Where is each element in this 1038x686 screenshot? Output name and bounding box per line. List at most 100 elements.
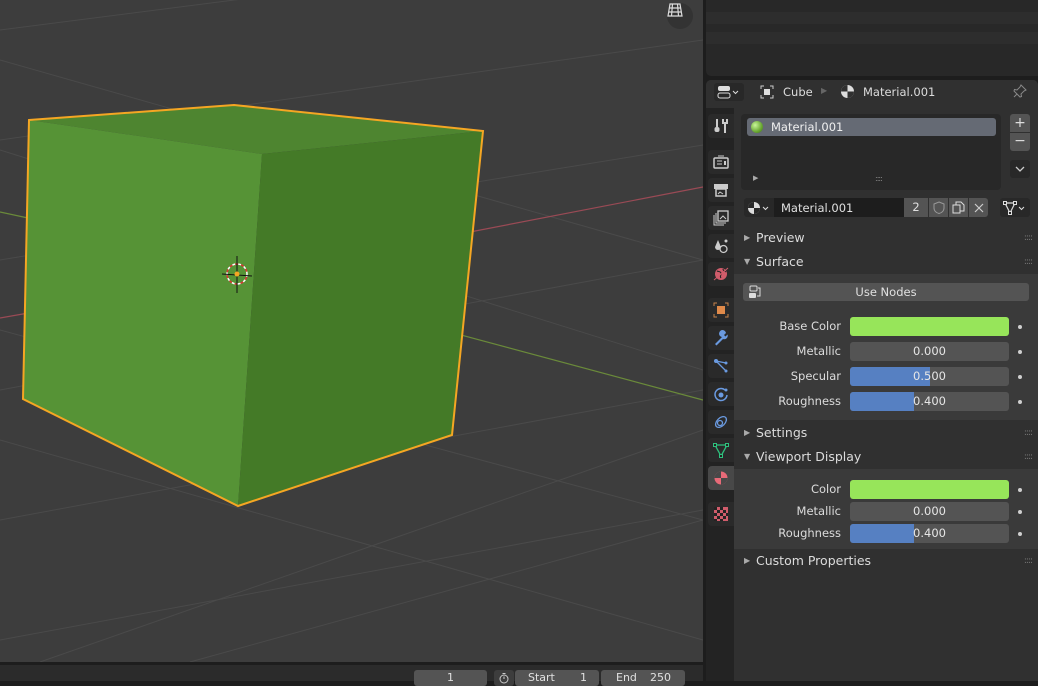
start-label: Start <box>528 671 555 684</box>
keyframe-dot-icon[interactable] <box>1018 325 1022 329</box>
slider-value: 0.000 <box>913 504 946 518</box>
property-label: Base Color <box>779 319 841 333</box>
panel-settings[interactable]: ▶ Settings :::: <box>734 421 1038 445</box>
keyframe-dot-icon[interactable] <box>1018 488 1022 492</box>
tab-particles[interactable] <box>708 354 734 378</box>
properties-editor-icon <box>717 86 739 99</box>
tab-data[interactable] <box>708 438 734 462</box>
value-slider[interactable]: 0.400 <box>850 524 1009 543</box>
current-frame-field[interactable]: 1 <box>414 670 487 686</box>
panel-surface-label: Surface <box>756 254 804 269</box>
constraints-icon <box>714 415 728 429</box>
breadcrumb-material[interactable]: Material.001 <box>863 85 935 99</box>
panel-custom-properties[interactable]: ▶ Custom Properties :::: <box>734 549 1038 573</box>
tab-constraints[interactable] <box>708 410 734 434</box>
value-slider[interactable]: 0.500 <box>850 367 1009 386</box>
material-slot-label: Material.001 <box>771 120 844 134</box>
tab-render[interactable] <box>708 150 734 174</box>
tab-object[interactable] <box>708 298 734 322</box>
unlink-material-button[interactable] <box>969 198 988 217</box>
physics-icon <box>714 387 728 402</box>
value-slider[interactable]: 0.400 <box>850 392 1009 411</box>
keyframe-dot-icon[interactable] <box>1018 510 1022 514</box>
tab-scene[interactable] <box>708 234 734 258</box>
object-icon <box>713 302 729 318</box>
outliner-row <box>706 12 1038 24</box>
value-slider[interactable]: 0.000 <box>850 342 1009 361</box>
cube-front-face <box>23 120 262 506</box>
pin-icon[interactable] <box>1013 84 1027 98</box>
drag-grip-icon[interactable]: :::: <box>1024 421 1033 445</box>
drag-grip-icon[interactable]: :::: <box>1024 250 1033 274</box>
user-count-button[interactable]: 2 <box>904 198 928 217</box>
panel-viewport-display[interactable]: ▼ Viewport Display :::: <box>734 445 1038 469</box>
mesh-data-icon <box>1003 200 1025 215</box>
chevron-down-icon <box>1015 166 1025 172</box>
properties-tabs <box>706 108 734 681</box>
properties-editor: Cube ▶ Material.001 Material.001 ▶ :::: <box>706 80 1038 681</box>
texture-icon <box>714 507 728 521</box>
add-slot-button[interactable]: + <box>1010 114 1030 132</box>
output-icon <box>714 184 728 197</box>
3d-viewport[interactable] <box>0 0 703 662</box>
use-nodes-button[interactable]: Use Nodes <box>743 283 1029 301</box>
fake-user-button[interactable] <box>929 198 948 217</box>
tab-view-layer[interactable] <box>708 206 734 230</box>
user-count-value: 2 <box>912 200 920 214</box>
property-label: Metallic <box>796 344 841 358</box>
drag-grip-icon[interactable]: :::: <box>1024 226 1033 250</box>
tab-texture[interactable] <box>708 502 734 526</box>
color-swatch[interactable] <box>850 480 1009 499</box>
tab-material[interactable] <box>708 466 734 490</box>
duplicate-material-button[interactable] <box>949 198 968 217</box>
value-slider[interactable]: 0.000 <box>850 502 1009 521</box>
tab-world[interactable] <box>708 262 734 286</box>
outliner-area[interactable] <box>706 0 1038 76</box>
viewport-scene[interactable] <box>0 0 703 662</box>
tab-physics[interactable] <box>708 382 734 406</box>
properties-header: Cube ▶ Material.001 <box>706 80 1038 104</box>
browse-material-button[interactable] <box>744 198 774 217</box>
panel-custom-properties-label: Custom Properties <box>756 553 872 568</box>
tab-output[interactable] <box>708 178 734 202</box>
slider-value: 0.500 <box>913 369 946 383</box>
keyframe-dot-icon[interactable] <box>1018 400 1022 404</box>
keyframe-dot-icon[interactable] <box>1018 532 1022 536</box>
shield-icon <box>933 201 944 214</box>
cube-object[interactable] <box>21 103 485 508</box>
panel-preview[interactable]: ▶ Preview :::: <box>734 226 1038 250</box>
material-slot-item[interactable]: Material.001 <box>747 118 996 136</box>
resize-grip-icon[interactable]: :::: <box>875 174 883 183</box>
tab-tool[interactable] <box>708 114 734 138</box>
stopwatch-icon[interactable] <box>494 670 514 686</box>
start-frame-field[interactable]: Start 1 <box>515 670 599 686</box>
expand-triangle-icon[interactable]: ▶ <box>753 174 758 182</box>
drag-grip-icon[interactable]: :::: <box>1024 549 1033 573</box>
remove-slot-button[interactable]: − <box>1010 133 1030 151</box>
duplicate-icon <box>952 201 965 214</box>
tab-modifiers[interactable] <box>708 326 734 350</box>
current-frame-value: 1 <box>447 671 454 684</box>
color-swatch[interactable] <box>850 317 1009 336</box>
link-mode-button[interactable] <box>1000 198 1030 217</box>
material-name-field[interactable]: Material.001 <box>774 198 904 217</box>
keyframe-dot-icon[interactable] <box>1018 350 1022 354</box>
end-label: End <box>616 671 637 684</box>
object-icon <box>760 85 774 99</box>
wrench-icon <box>715 330 728 346</box>
panel-surface[interactable]: ▼ Surface :::: <box>734 250 1038 274</box>
end-frame-field[interactable]: End 250 <box>601 670 685 686</box>
breadcrumb-object[interactable]: Cube <box>783 85 813 99</box>
tool-icon <box>714 119 728 133</box>
render-icon <box>713 155 729 169</box>
material-name-value: Material.001 <box>781 201 854 215</box>
slot-specials-button[interactable] <box>1010 160 1030 178</box>
drag-grip-icon[interactable]: :::: <box>1024 445 1033 469</box>
mesh-data-icon <box>713 443 729 458</box>
material-slot-list[interactable]: Material.001 ▶ :::: <box>741 114 1001 190</box>
keyframe-dot-icon[interactable] <box>1018 375 1022 379</box>
editor-type-button[interactable] <box>714 83 744 101</box>
timeline-bar: 1 Start 1 End 250 <box>0 662 703 686</box>
grid-view-icon[interactable] <box>667 3 693 29</box>
property-label: Metallic <box>796 504 841 518</box>
